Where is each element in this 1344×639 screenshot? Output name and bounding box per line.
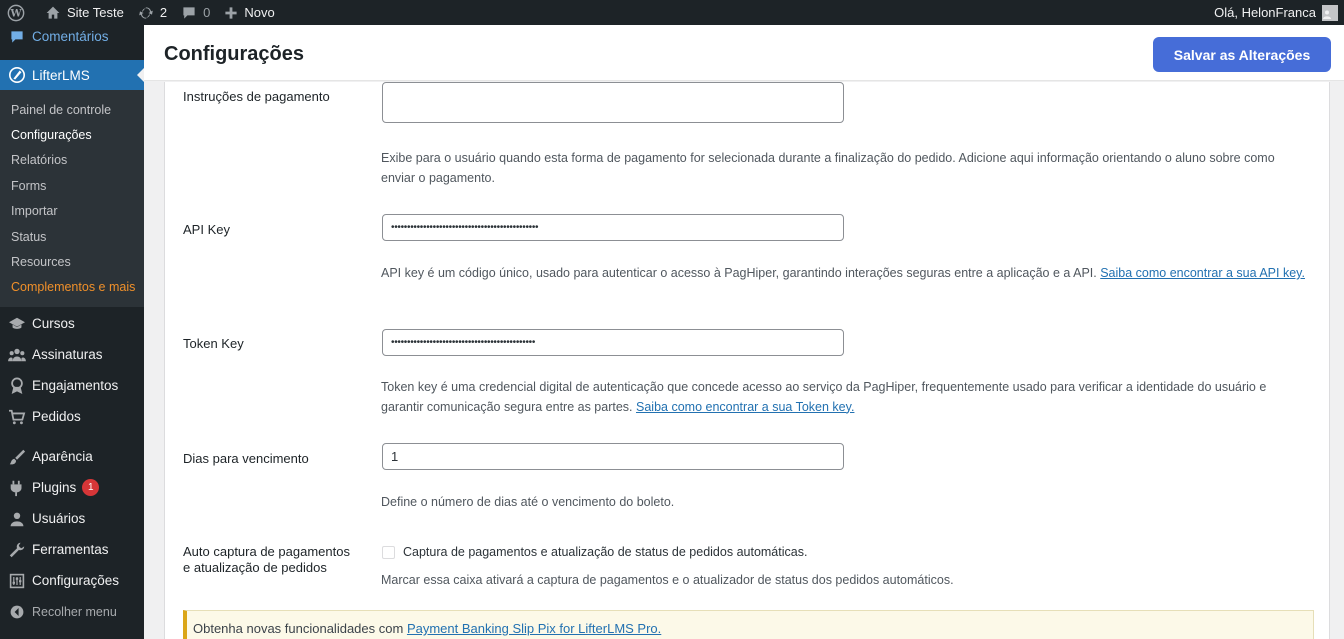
sidebar-item-memberships[interactable]: Assinaturas [0,339,144,370]
instructions-label: Instruções de pagamento [183,89,330,104]
token-key-input[interactable]: ••••••••••••••••••••••••••••••••••••••••… [382,329,844,356]
submenu-item-status[interactable]: Status [0,224,144,249]
sidebar-item-comments[interactable]: Comentários [0,23,144,50]
cart-icon [7,407,27,427]
submenu-item-dashboard[interactable]: Painel de controle [0,97,144,122]
sidebar-item-label: Ferramentas [32,542,109,558]
submenu-item-settings[interactable]: Configurações [0,122,144,147]
due-days-description: Define o número de dias até o vencimento… [381,495,675,509]
comments-link[interactable]: 0 [174,0,217,25]
api-key-description-text: API key é um código único, usado para au… [381,266,1097,280]
sidebar-item-settings[interactable]: Configurações [0,565,144,596]
admin-sidebar: Comentários LifterLMS Painel de controle… [0,25,144,639]
sidebar-item-label: Usuários [32,511,86,527]
auto-capture-label: Auto captura de pagamentos e atualização… [183,544,350,576]
award-icon [7,376,27,396]
sidebar-item-label: Aparência [32,449,93,465]
auto-capture-label-line1: Auto captura de pagamentos [183,544,350,559]
pro-upgrade-notice: Obtenha novas funcionalidades com Paymen… [183,610,1314,639]
new-content-link[interactable]: Novo [217,0,281,25]
comment-icon [7,27,27,47]
sidebar-item-label: Pedidos [32,409,81,425]
site-name: Site Teste [67,5,124,20]
sidebar-item-engagements[interactable]: Engajamentos [0,370,144,401]
notice-text: Obtenha novas funcionalidades com [193,621,404,636]
comment-icon [183,6,195,19]
api-key-input[interactable]: ••••••••••••••••••••••••••••••••••••••••… [382,214,844,241]
submenu-item-addons[interactable]: Complementos e mais [0,275,144,300]
plus-icon [225,6,237,19]
graduation-cap-icon [7,314,27,334]
new-label: Novo [244,5,275,20]
updates-link[interactable]: 2 [131,0,174,25]
sidebar-item-label: Plugins [32,480,77,496]
user-avatar-icon [1323,10,1331,19]
api-key-help-link[interactable]: Saiba como encontrar a sua API key. [1100,266,1305,280]
due-days-input[interactable]: 1 [382,443,844,470]
updates-count: 2 [159,5,168,20]
avatar [1322,4,1338,21]
sidebar-item-appearance[interactable]: Aparência [0,441,144,472]
sidebar-item-label: Configurações [32,573,120,589]
update-icon [139,6,153,19]
settings-sliders-icon [7,571,27,591]
sidebar-item-lifterlms[interactable]: LifterLMS [0,60,144,90]
pro-upgrade-link[interactable]: Payment Banking Slip Pix for LifterLMS P… [407,621,661,636]
admin-bar: W Site Teste 2 0 Novo Olá, HelonFranca [0,0,1344,25]
page-header: Configurações Salvar as Alterações [144,25,1344,81]
sidebar-item-courses[interactable]: Cursos [0,308,144,339]
user-account-link[interactable]: Olá, HelonFranca [1207,0,1344,25]
submenu-item-import[interactable]: Importar [0,199,144,224]
sidebar-item-tools[interactable]: Ferramentas [0,534,144,565]
instructions-textarea[interactable] [382,82,844,123]
wrench-icon [7,540,27,560]
auto-capture-label-line2: e atualização de pedidos [183,560,327,575]
sidebar-item-label: Recolher menu [32,604,117,619]
auto-capture-checkbox[interactable] [382,546,395,559]
sidebar-item-label: Comentários [32,29,109,44]
api-key-label: API Key [183,222,230,237]
wordpress-icon: W [7,4,25,21]
lifterlms-rocket-icon [7,65,27,85]
sidebar-item-label: Engajamentos [32,378,119,394]
svg-text:W: W [9,8,22,19]
instructions-description: Exibe para o usuário quando esta forma d… [381,151,1275,185]
comments-count: 0 [203,5,211,20]
api-key-description: API key é um código único, usado para au… [381,264,1311,284]
sidebar-item-label: Cursos [32,316,75,332]
auto-capture-description: Marcar essa caixa ativará a captura de p… [381,573,954,587]
sidebar-item-orders[interactable]: Pedidos [0,401,144,432]
submenu-item-forms[interactable]: Forms [0,173,144,198]
home-icon [46,6,60,19]
sidebar-item-label: LifterLMS [32,67,90,83]
submenu-item-resources[interactable]: Resources [0,249,144,274]
token-key-label: Token Key [183,336,244,351]
sidebar-item-users[interactable]: Usuários [0,503,144,534]
user-icon [7,509,27,529]
token-key-help-link[interactable]: Saiba como encontrar a sua Token key. [636,400,854,414]
lifterlms-submenu: Painel de controle Configurações Relatór… [0,90,144,308]
plugins-update-badge: 1 [82,479,100,497]
collapse-menu-button[interactable]: Recolher menu [0,596,144,627]
settings-panel: Instruções de pagamento Exibe para o usu… [164,82,1330,639]
greeting: Olá, HelonFranca [1214,5,1316,20]
collapse-arrow-icon [7,602,27,622]
site-name-link[interactable]: Site Teste [38,0,131,25]
token-key-description: Token key é uma credencial digital de au… [381,378,1311,417]
group-icon [7,345,27,365]
save-changes-button[interactable]: Salvar as Alterações [1153,37,1331,72]
wordpress-logo-button[interactable]: W [0,0,38,25]
paintbrush-icon [7,447,27,467]
auto-capture-checkbox-label[interactable]: Captura de pagamentos e atualização de s… [403,545,807,559]
submenu-item-reports[interactable]: Relatórios [0,148,144,173]
due-days-label: Dias para vencimento [183,451,309,466]
sidebar-item-plugins[interactable]: Plugins 1 [0,472,144,503]
plugin-icon [7,478,27,498]
page-title: Configurações [164,43,305,65]
sidebar-item-label: Assinaturas [32,347,103,363]
